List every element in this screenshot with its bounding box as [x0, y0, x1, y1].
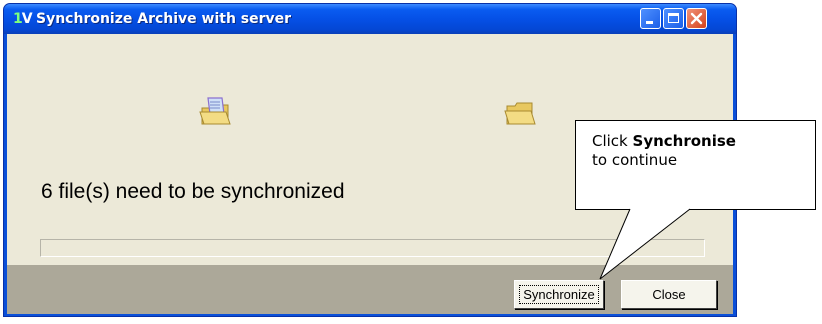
app-icon: 1V: [13, 11, 33, 27]
close-button-label: Close: [652, 287, 686, 302]
minimize-button[interactable]: [640, 8, 661, 29]
synchronize-button-label: Synchronize: [519, 285, 599, 304]
window-title: Synchronize Archive with server: [36, 11, 292, 27]
close-button[interactable]: Close: [621, 280, 717, 309]
status-message: 6 file(s) need to be synchronized: [41, 180, 345, 203]
maximize-button[interactable]: [663, 8, 684, 29]
progress-bar: [40, 239, 705, 257]
callout-text-bold: Synchronise: [632, 132, 736, 150]
instruction-callout: Click Synchronise to continue: [575, 120, 816, 210]
minimize-icon: [646, 21, 653, 24]
sync-folder-icon: [199, 97, 231, 125]
callout-text-suffix: to continue: [592, 151, 678, 169]
close-icon: [690, 12, 703, 25]
folder-icon: [504, 102, 536, 125]
title-bar[interactable]: 1V Synchronize Archive with server: [4, 4, 736, 34]
maximize-icon: [668, 13, 679, 23]
synchronize-button[interactable]: Synchronize: [514, 280, 604, 309]
callout-text-prefix: Click: [592, 132, 633, 150]
close-window-button[interactable]: [686, 8, 707, 29]
